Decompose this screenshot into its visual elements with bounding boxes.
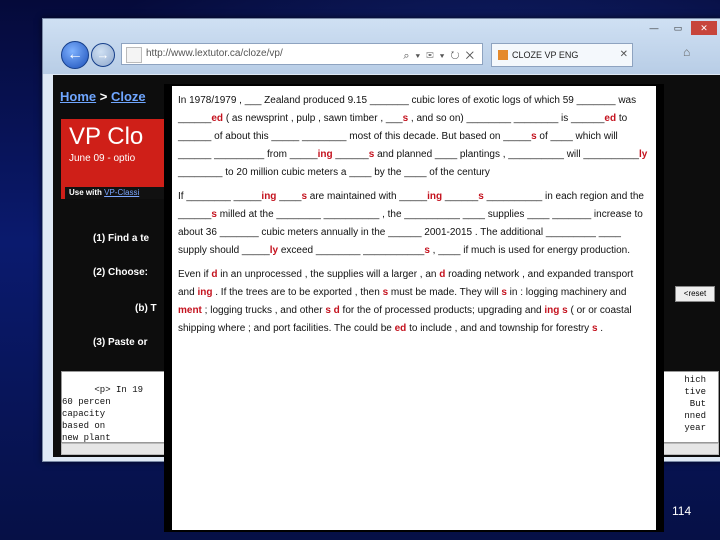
cloze-suffix-hint: ing bbox=[261, 191, 277, 202]
tab-close-icon[interactable]: ✕ bbox=[620, 44, 628, 66]
banner-title: VP Clo bbox=[69, 123, 144, 150]
cloze-text: ______ bbox=[332, 149, 369, 160]
cloze-text: in an unprocessed , the supplies will a … bbox=[217, 269, 440, 280]
cloze-paragraph-2: If ________ _____ing ____s are maintaine… bbox=[178, 188, 650, 260]
tab-title: CLOZE VP ENG bbox=[512, 50, 579, 60]
banner-use-with: Use with VP-Classi bbox=[65, 187, 175, 199]
cloze-suffix-hint: ing bbox=[544, 305, 560, 316]
cloze-text: for the of processed products; upgrading… bbox=[339, 305, 545, 316]
cloze-text: If ________ _____ bbox=[178, 191, 262, 202]
forward-button[interactable]: → bbox=[91, 43, 115, 67]
cloze-suffix-hint: ing bbox=[197, 287, 213, 298]
cloze-suffix-hint: ment bbox=[178, 305, 202, 316]
site-icon bbox=[126, 47, 142, 63]
tab-favicon-icon bbox=[498, 50, 508, 60]
browser-toolbar: — ▭ ✕ ← → http://www.lextutor.ca/cloze/v… bbox=[43, 19, 720, 74]
back-button[interactable]: ← bbox=[61, 41, 89, 69]
cloze-text: . bbox=[597, 323, 604, 334]
maximize-button[interactable]: ▭ bbox=[667, 21, 689, 35]
vp-cloze-banner: VP Clo June 09 - optio Use with VP-Class… bbox=[61, 119, 175, 199]
address-tools-icon[interactable]: ⌕▾✉▾↻✕ bbox=[403, 46, 480, 66]
cloze-paragraph-3: Even if d in an unprocessed , the suppli… bbox=[178, 266, 650, 338]
step-2-label: (2) Choose: bbox=[93, 267, 148, 278]
vp-classic-link[interactable]: VP-Classi bbox=[104, 188, 139, 197]
cloze-suffix-hint: ing bbox=[427, 191, 443, 202]
cloze-text: , and so on) ________ ________ is ______ bbox=[408, 113, 605, 124]
step-1-label: (1) Find a te bbox=[93, 233, 150, 244]
cloze-suffix-hint: ing bbox=[317, 149, 333, 160]
cloze-text: exceed ________ ___________ bbox=[278, 245, 425, 256]
cloze-text: ; logging trucks , and other bbox=[201, 305, 326, 316]
cloze-text: ______ bbox=[442, 191, 479, 202]
cloze-paragraph-1: In 1978/1979 , ___ Zealand produced 9.15… bbox=[178, 92, 650, 182]
breadcrumb-home-link[interactable]: Home bbox=[60, 89, 96, 104]
breadcrumb-separator: > bbox=[96, 89, 111, 104]
minimize-button[interactable]: — bbox=[643, 21, 665, 35]
cloze-text: are maintained with _____ bbox=[307, 191, 428, 202]
cloze-document-page: In 1978/1979 , ___ Zealand produced 9.15… bbox=[172, 86, 656, 530]
cloze-text: . If the trees are to be exported , then bbox=[212, 287, 383, 298]
home-star-gear-icons[interactable]: ⌂ bbox=[683, 45, 690, 59]
reset-button[interactable]: <reset bbox=[675, 286, 715, 302]
cloze-suffix-hint: ly bbox=[638, 149, 648, 160]
address-bar[interactable]: http://www.lextutor.ca/cloze/vp/ ⌕▾✉▾↻✕ bbox=[121, 43, 483, 65]
close-button[interactable]: ✕ bbox=[691, 21, 717, 35]
cloze-text: and planned ____ plantings , __________ … bbox=[374, 149, 639, 160]
cloze-text: must be made. They will bbox=[388, 287, 502, 298]
cloze-suffix-hint: ed bbox=[394, 323, 407, 334]
step-2b-label: (b) T bbox=[135, 303, 157, 314]
code-left-text: <p> In 19 60 percen capacity based on ne… bbox=[62, 385, 144, 443]
banner-subtitle: June 09 - optio bbox=[69, 153, 136, 164]
breadcrumb: Home > Cloze bbox=[60, 89, 146, 104]
cloze-text: Even if bbox=[178, 269, 212, 280]
code-right-text: hich tive But nned year bbox=[684, 375, 706, 433]
slide-number: 114 bbox=[672, 504, 692, 518]
cloze-text: ________ to 20 million cubic meters a __… bbox=[178, 167, 490, 178]
cloze-suffix-hint: ly bbox=[269, 245, 279, 256]
cloze-suffix-hint: ed bbox=[211, 113, 224, 124]
address-text: http://www.lextutor.ca/cloze/vp/ bbox=[146, 48, 283, 59]
use-with-label: Use with bbox=[69, 188, 105, 197]
cloze-text: ____ bbox=[276, 191, 302, 202]
cloze-document-overlay: In 1978/1979 , ___ Zealand produced 9.15… bbox=[164, 84, 664, 532]
cloze-suffix-hint: ed bbox=[604, 113, 617, 124]
step-3-label: (3) Paste or bbox=[93, 337, 148, 348]
cloze-text: in : logging machinery and bbox=[506, 287, 627, 298]
tab-cloze-vp[interactable]: CLOZE VP ENG ✕ bbox=[491, 43, 633, 67]
cloze-text: ( as newsprint , pulp , sawn timber , __… bbox=[223, 113, 403, 124]
cloze-text: , ____ if much is used for energy produc… bbox=[429, 245, 631, 256]
breadcrumb-cloze-link[interactable]: Cloze bbox=[111, 89, 146, 104]
cloze-text: to include , and and township for forest… bbox=[406, 323, 592, 334]
